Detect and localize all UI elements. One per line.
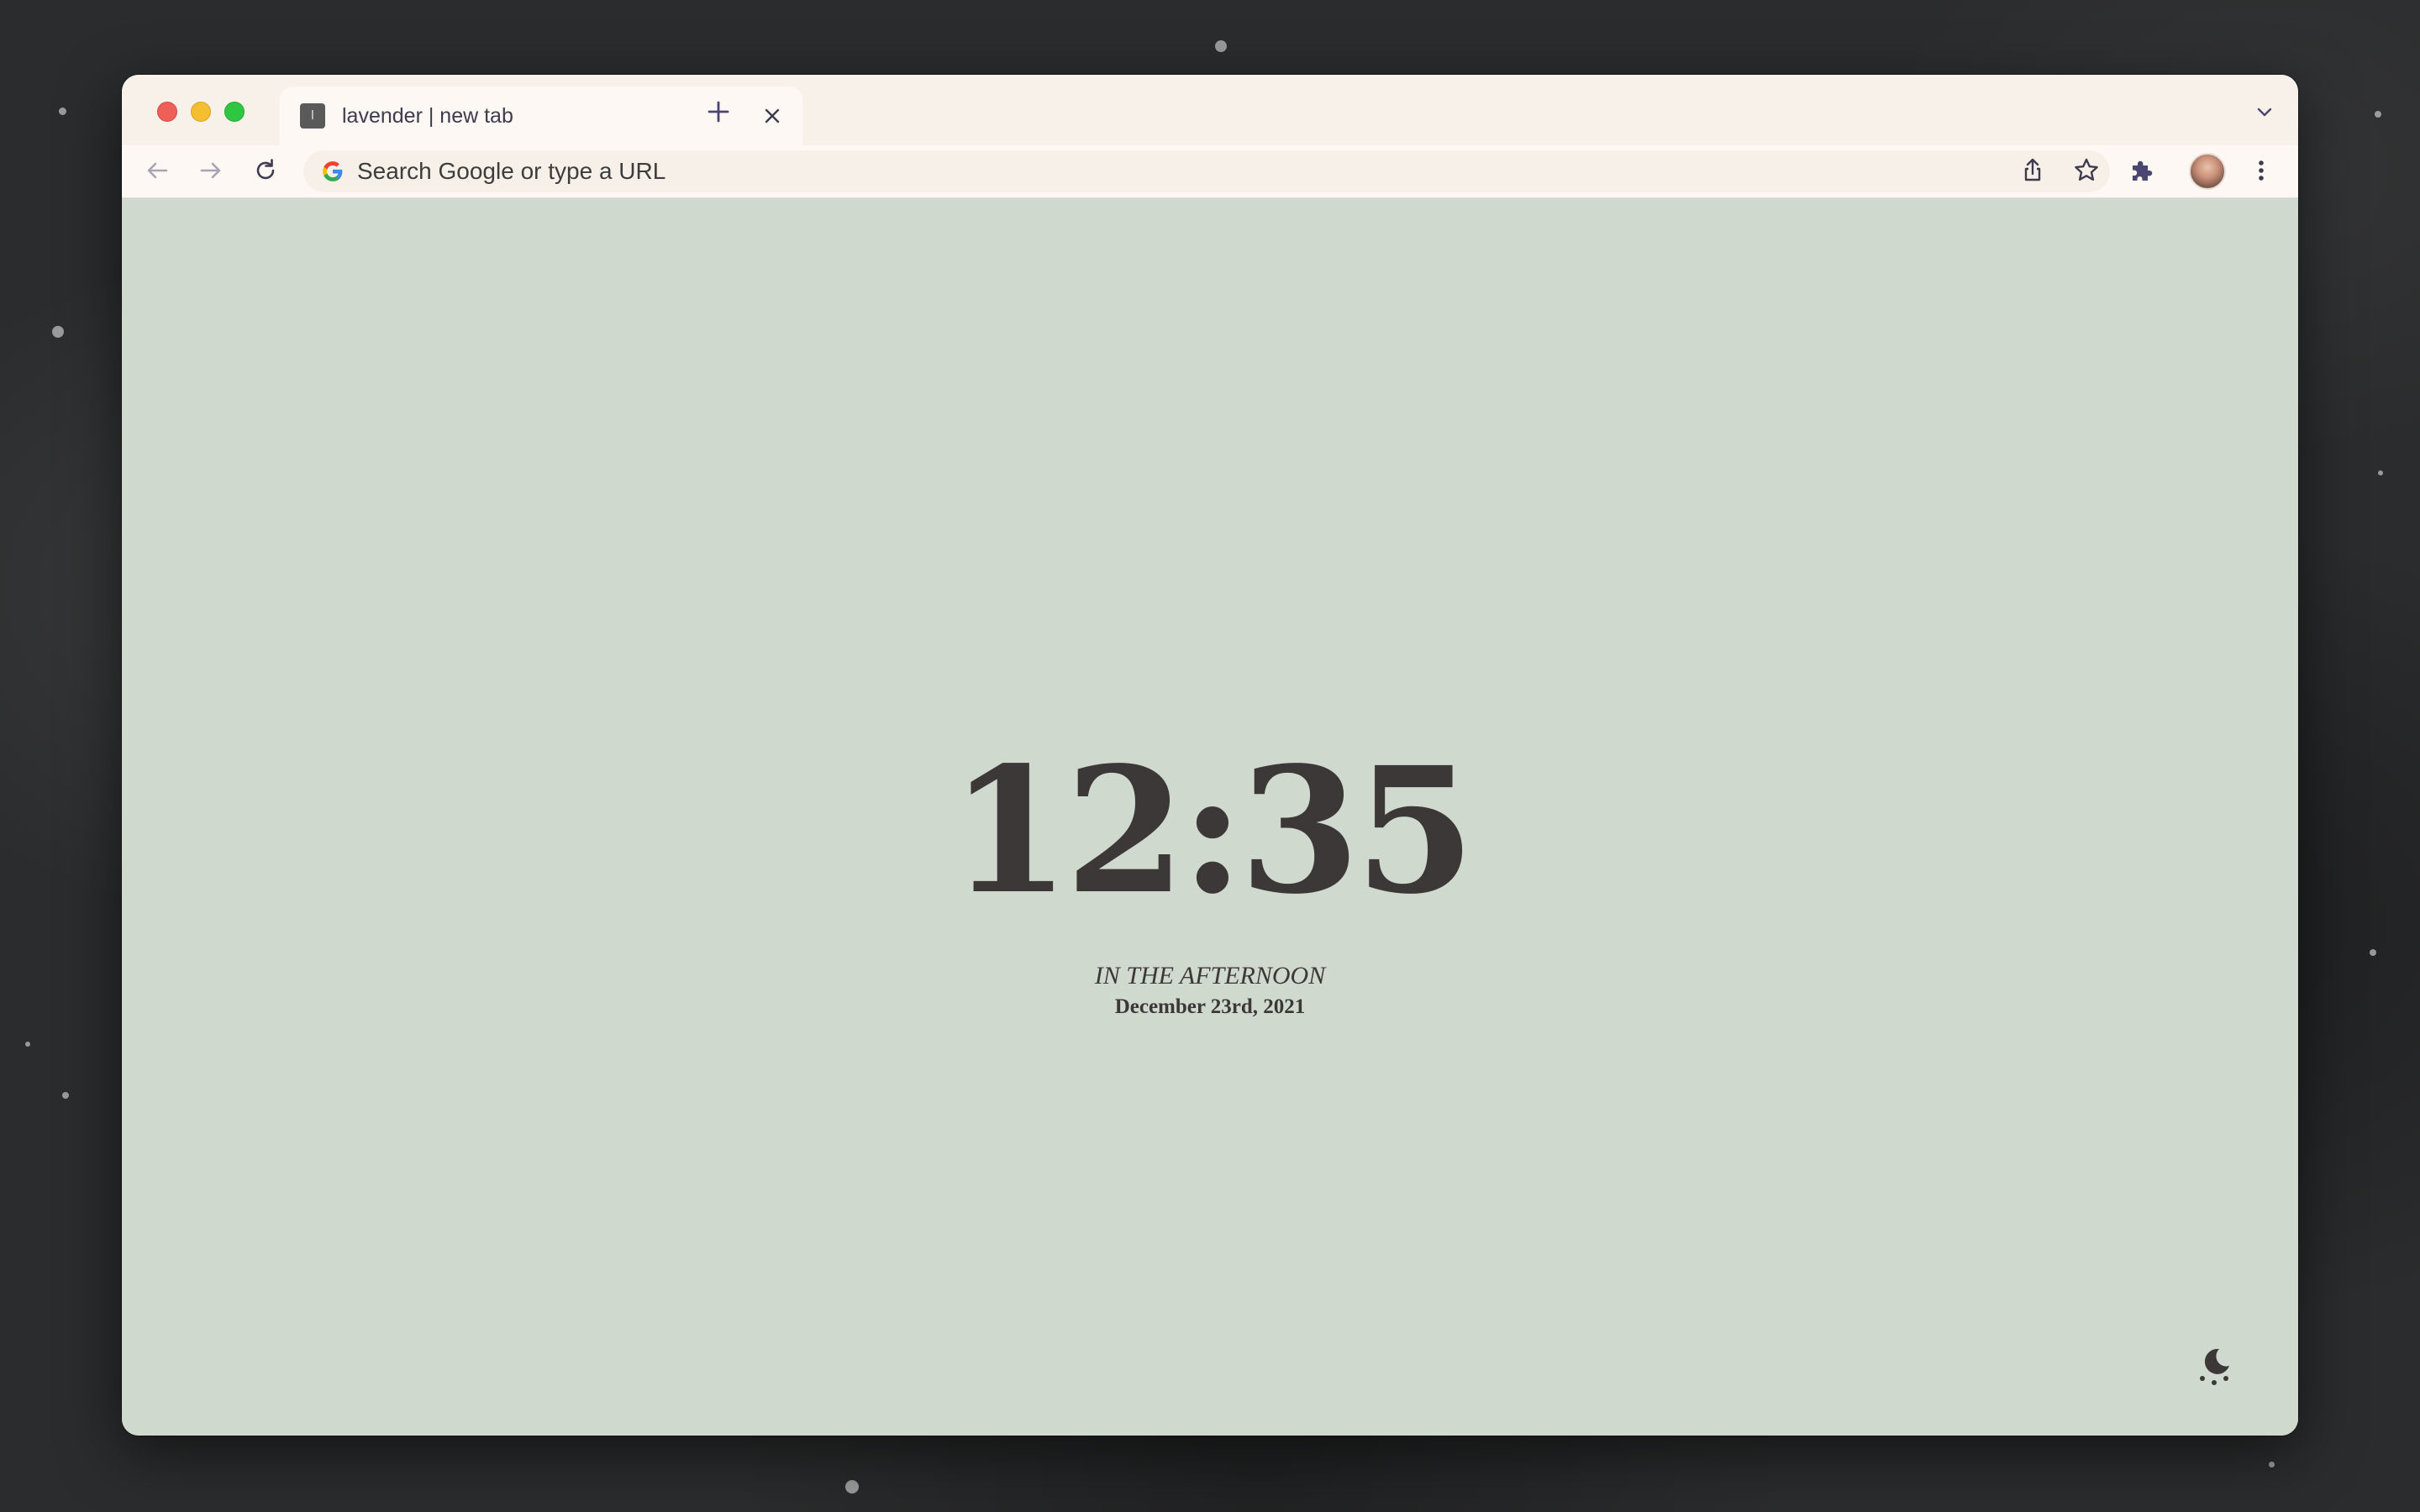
new-tab-plus-icon[interactable] [703,97,734,127]
forward-arrow-icon[interactable] [194,154,228,187]
back-arrow-icon[interactable] [140,154,174,187]
share-icon[interactable] [2016,154,2049,187]
bookmark-star-icon[interactable] [2070,154,2103,187]
time-of-day-label: IN THE AFTERNOON [1094,962,1326,990]
new-tab-page: 12:35 IN THE AFTERNOON December 23rd, 20… [122,198,2298,1436]
google-g-icon [323,161,343,181]
clock-time: 12:35 [950,729,1475,932]
tab-title: lavender | new tab [342,104,513,128]
background-speck [2378,470,2383,475]
reload-icon[interactable] [249,154,282,187]
extensions-puzzle-icon[interactable] [2124,154,2158,187]
background-speck [845,1480,859,1494]
background-speck [2370,949,2376,956]
close-tab-icon[interactable] [762,106,782,126]
tab-favicon-icon: l [300,103,325,129]
background-speck [1215,40,1227,52]
background-speck [62,1092,69,1099]
theme-toggle-moon-icon[interactable] [2194,1343,2234,1387]
address-bar-input[interactable] [357,150,1954,192]
current-date: December 23rd, 2021 [1114,995,1306,1018]
more-menu-icon[interactable] [2244,154,2278,187]
browser-toolbar [122,145,2298,198]
profile-avatar[interactable] [2189,153,2226,190]
background-speck [25,1042,30,1047]
background-speck [59,108,66,115]
browser-window: l lavender | new tab Search Google or ty… [122,75,2298,1436]
close-window-button[interactable] [157,102,177,122]
background-speck [2375,111,2381,118]
omnibox[interactable] [303,150,2110,192]
background-speck [52,326,64,338]
tab-strip: l lavender | new tab [122,75,2298,145]
background-speck [2269,1462,2275,1467]
tab-search-chevron-down-icon[interactable] [2253,100,2276,123]
fullscreen-window-button[interactable] [224,102,245,122]
minimize-window-button[interactable] [191,102,211,122]
